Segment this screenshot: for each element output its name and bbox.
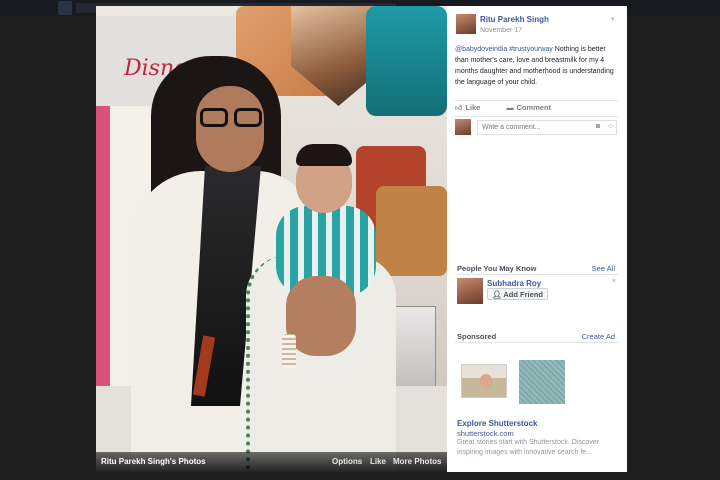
author-avatar[interactable] [456, 14, 476, 34]
photo-image: Disney [96, 6, 447, 472]
bangles [282, 334, 296, 368]
hashtag-link[interactable]: #trustyourway [509, 46, 553, 53]
post-text: @babydoveindia #trustyourway Nothing is … [455, 44, 620, 88]
ad-url[interactable]: shutterstock.com [457, 429, 514, 438]
glasses [200, 108, 264, 128]
comment-label: Comment [516, 103, 552, 112]
camera-icon[interactable]: ◙ [596, 123, 600, 130]
more-photos-button[interactable]: More Photos [393, 457, 441, 466]
author-name[interactable]: Ritu Parekh Singh [480, 15, 549, 24]
add-friend-icon: 👤︎ [492, 290, 502, 299]
facebook-logo-icon[interactable] [58, 1, 72, 15]
baby-hair [296, 144, 352, 166]
woman-arm [286, 276, 356, 356]
comment-icon: ▬ [506, 105, 514, 112]
see-all-link[interactable]: See All [592, 264, 615, 273]
side-panel: Ritu Parekh Singh November 17 ▾ @babydov… [447, 6, 627, 472]
mention-link[interactable]: @babydoveindia [455, 46, 507, 53]
divider [455, 100, 619, 101]
ad-image-texture[interactable] [519, 360, 565, 404]
create-ad-link[interactable]: Create Ad [582, 332, 615, 341]
divider [455, 342, 619, 343]
post-actions: 👍︎ Like ▬ Comment [455, 103, 575, 112]
options-button[interactable]: Options [332, 457, 362, 466]
suggested-person-name[interactable]: Subhadra Roy [487, 279, 541, 288]
post-timestamp[interactable]: November 17 [480, 27, 522, 34]
glasses-lens-right [234, 108, 262, 127]
close-icon[interactable]: × [612, 278, 616, 285]
photo-owner-link[interactable]: Ritu Parekh Singh's Photos [101, 457, 206, 466]
like-label: Like [465, 103, 481, 112]
comment-button[interactable]: ▬ Comment [506, 103, 563, 112]
handbag-teal [366, 6, 447, 116]
handbag-tan [376, 186, 447, 276]
thumbs-up-icon: 👍︎ [455, 105, 463, 112]
ad-image-figure [480, 374, 492, 388]
chevron-down-icon[interactable]: ▾ [611, 15, 615, 23]
pymk-heading: People You May Know [457, 264, 537, 273]
divider [455, 274, 619, 275]
ad-image-child[interactable] [461, 364, 507, 398]
viewer-avatar [455, 119, 471, 135]
suggested-person-avatar[interactable] [457, 278, 483, 304]
add-friend-button[interactable]: 👤︎ Add Friend [487, 288, 548, 300]
ad-description: Great stories start with Shutterstock. D… [457, 439, 599, 456]
photo-like-button[interactable]: Like [370, 457, 386, 466]
comment-box: ◙ ☺ [455, 119, 619, 137]
ad-title[interactable]: Explore Shutterstock [457, 419, 537, 428]
woman-face [196, 86, 264, 172]
add-friend-label: Add Friend [503, 290, 543, 299]
sponsored-heading: Sponsored [457, 332, 497, 341]
divider [455, 116, 619, 117]
photo-footer: Ritu Parekh Singh's Photos Options Like … [96, 452, 447, 472]
like-button[interactable]: 👍︎ Like [455, 103, 492, 112]
photo-viewer[interactable]: Disney [96, 6, 447, 472]
glasses-lens-left [200, 108, 228, 127]
smile-icon[interactable]: ☺ [607, 123, 614, 130]
